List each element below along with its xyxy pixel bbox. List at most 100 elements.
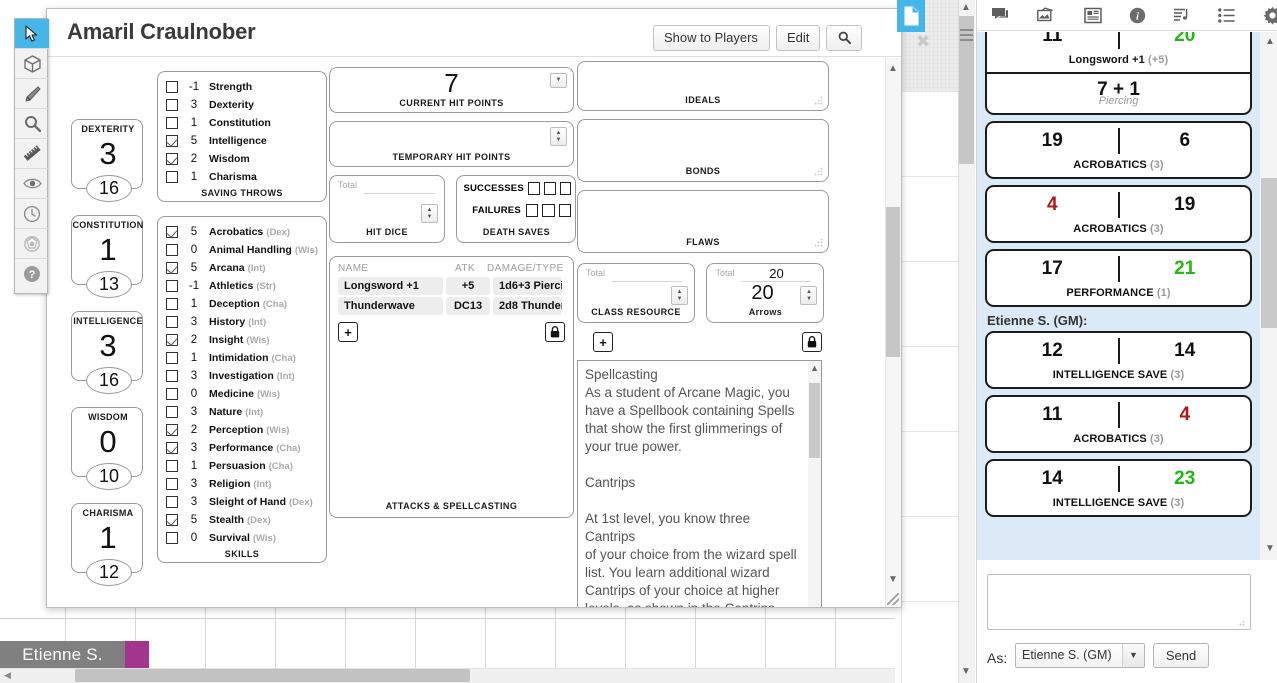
dynamic-lighting-tool[interactable]: [15, 229, 49, 259]
chat-roll-entry[interactable]: 4 19 ACROBATICS (3): [985, 185, 1252, 243]
attack-bonus[interactable]: DC13: [446, 297, 490, 315]
class-resource-stepper[interactable]: ▲ ▼: [671, 286, 688, 305]
saving-throw-row[interactable]: 3 Dexterity: [166, 96, 318, 114]
skill-name[interactable]: Acrobatics: [209, 226, 263, 238]
page-toolbar-icon[interactable]: [897, 0, 925, 32]
proficiency-checkbox[interactable]: [166, 171, 178, 183]
chat-sidebar[interactable]: i 11 20 Longsword +1 (+5) 7 + 1 Piercing…: [976, 0, 1277, 683]
ability-score[interactable]: 12: [86, 559, 132, 586]
edit-button[interactable]: Edit: [776, 25, 820, 51]
features-traits-textarea[interactable]: Spellcasting As a student of Arcane Magi…: [577, 360, 822, 607]
ideals-box[interactable]: IDEALS: [577, 61, 829, 111]
skill-row[interactable]: 0 Survival (Wis): [166, 529, 318, 547]
class-resource-total-input[interactable]: [612, 281, 682, 282]
proficiency-checkbox[interactable]: [166, 298, 178, 310]
attack-row[interactable]: Thunderwave DC13 2d8 Thunder: [330, 296, 573, 316]
proficiency-checkbox[interactable]: [166, 514, 178, 526]
skill-row[interactable]: 0 Medicine (Wis): [166, 385, 318, 403]
scroll-down-arrow[interactable]: ▼: [961, 666, 971, 677]
proficiency-checkbox[interactable]: [166, 316, 178, 328]
page-thumbnail[interactable]: [901, 347, 958, 432]
proficiency-checkbox[interactable]: [166, 280, 178, 292]
skill-row[interactable]: 2 Perception (Wis): [166, 421, 318, 439]
chat-compose-area[interactable]: As: Etienne S. (GM) ▼ Send: [977, 562, 1277, 683]
scroll-up-arrow[interactable]: ▲: [1265, 36, 1275, 47]
ability-block-dexterity[interactable]: DEXTERITY 3 16: [71, 119, 143, 202]
skill-row[interactable]: 5 Arcana (Int): [166, 259, 318, 277]
temp-hit-points-stepper[interactable]: ▲ ▼: [550, 127, 567, 146]
journal-tab[interactable]: [1084, 7, 1102, 24]
attack-row[interactable]: Longsword +1 +5 1d6+3 Piercing: [330, 276, 573, 296]
attack-bonus[interactable]: +5: [446, 277, 490, 295]
proficiency-checkbox[interactable]: [166, 406, 178, 418]
proficiency-checkbox[interactable]: [166, 262, 178, 274]
skill-row[interactable]: 1 Deception (Cha): [166, 295, 318, 313]
skill-row[interactable]: 3 Religion (Int): [166, 475, 318, 493]
page-thumbnail-column[interactable]: [901, 92, 958, 683]
turn-order-tab[interactable]: [1218, 7, 1236, 23]
proficiency-checkbox[interactable]: [166, 424, 178, 436]
page-thumbnail[interactable]: [901, 177, 958, 262]
skill-name[interactable]: Athletics: [209, 280, 253, 292]
ability-block-constitution[interactable]: CONSTITUTION 1 13: [71, 215, 143, 298]
proficiency-checkbox[interactable]: [166, 442, 178, 454]
page-thumbnail[interactable]: [901, 602, 958, 683]
saving-throw-name[interactable]: Constitution: [209, 117, 271, 129]
success-checkbox[interactable]: [528, 182, 541, 195]
skill-row[interactable]: 5 Stealth (Dex): [166, 511, 318, 529]
skill-name[interactable]: Investigation: [209, 370, 274, 382]
attack-damage[interactable]: 2d8 Thunder: [493, 297, 562, 315]
proficiency-checkbox[interactable]: [166, 388, 178, 400]
ability-score[interactable]: 13: [86, 271, 132, 298]
skills-box[interactable]: 5 Acrobatics (Dex) 0 Animal Handling (Wis) 5…: [157, 216, 327, 563]
sheet-search-button[interactable]: [826, 25, 862, 51]
current-hit-points-box[interactable]: 7 CURRENT HIT POINTS ▼: [329, 67, 574, 113]
sheet-body[interactable]: DEXTERITY 3 16 CONSTITUTION 1 13 INTELLI…: [47, 57, 901, 607]
clock-timer-tool[interactable]: [15, 199, 49, 229]
saving-throw-row[interactable]: 1 Charisma: [166, 168, 318, 186]
proficiency-checkbox[interactable]: [166, 478, 178, 490]
skill-row[interactable]: -1 Athletics (Str): [166, 277, 318, 295]
resize-grip-icon[interactable]: [814, 238, 823, 247]
skill-name[interactable]: Perception: [209, 424, 263, 436]
attack-damage[interactable]: 1d6+3 Piercing: [493, 277, 562, 295]
sheet-titlebar[interactable]: Amaril Craulnober Show to Players Edit ✖: [47, 9, 930, 57]
attacks-box[interactable]: NAME ATK DAMAGE/TYPE Longsword +1 +5 1d6…: [329, 256, 574, 518]
shape-cube-tool[interactable]: [15, 49, 49, 79]
scroll-down-arrow[interactable]: ▼: [1265, 543, 1275, 554]
saving-throw-row[interactable]: 1 Constitution: [166, 114, 318, 132]
bonds-box[interactable]: BONDS: [577, 119, 829, 182]
proficiency-checkbox[interactable]: [166, 532, 178, 544]
saving-throw-name[interactable]: Wisdom: [209, 153, 250, 165]
character-sheet-window[interactable]: Amaril Craulnober Show to Players Edit ✖…: [46, 8, 930, 608]
saving-throw-name[interactable]: Strength: [209, 81, 252, 93]
saving-throw-name[interactable]: Intelligence: [209, 135, 267, 147]
skill-name[interactable]: Medicine: [209, 388, 254, 400]
saving-throw-name[interactable]: Dexterity: [209, 99, 254, 111]
chat-input[interactable]: [987, 574, 1251, 630]
saving-throw-name[interactable]: Charisma: [209, 171, 257, 183]
send-button[interactable]: Send: [1153, 643, 1209, 668]
skill-row[interactable]: 0 Animal Handling (Wis): [166, 241, 318, 259]
scroll-up-arrow[interactable]: ▲: [886, 61, 900, 77]
hit-points-stepper[interactable]: ▼: [550, 73, 567, 88]
skill-name[interactable]: Survival: [209, 532, 250, 544]
skill-name[interactable]: Arcana: [209, 262, 245, 274]
skill-name[interactable]: Deception: [209, 298, 260, 310]
ability-score[interactable]: 16: [86, 175, 132, 202]
failure-checkbox[interactable]: [542, 204, 555, 217]
proficiency-checkbox[interactable]: [166, 226, 178, 238]
skill-name[interactable]: Persuasion: [209, 460, 266, 472]
arrows-current-value[interactable]: 20: [727, 282, 797, 305]
jukebox-tab[interactable]: [1173, 7, 1191, 23]
skill-name[interactable]: Nature: [209, 406, 242, 418]
chat-roll-entry[interactable]: 19 6 ACROBATICS (3): [985, 121, 1252, 179]
skill-row[interactable]: 2 Insight (Wis): [166, 331, 318, 349]
chat-roll-entry[interactable]: 11 4 ACROBATICS (3): [985, 395, 1252, 453]
flaws-box[interactable]: FLAWS: [577, 190, 829, 253]
resize-grip-icon[interactable]: [814, 96, 823, 105]
scroll-up-arrow[interactable]: ▲: [810, 363, 819, 373]
proficiency-checkbox[interactable]: [166, 244, 178, 256]
chat-roll-entry[interactable]: 17 21 PERFORMANCE (1): [985, 249, 1252, 307]
lock-icon[interactable]: [802, 332, 822, 352]
